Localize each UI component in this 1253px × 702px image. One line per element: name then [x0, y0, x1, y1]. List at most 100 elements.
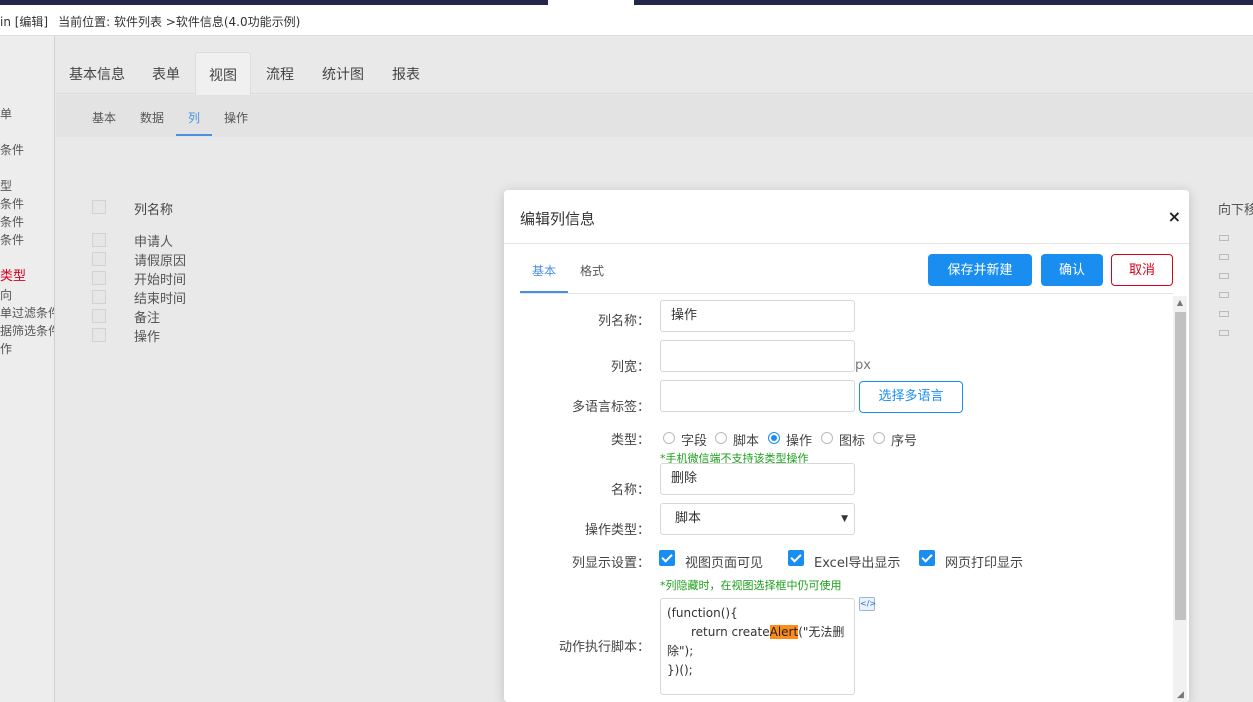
- tab-report[interactable]: 报表: [392, 64, 420, 84]
- script-line: 除");: [667, 644, 694, 658]
- search-highlight: Alert: [769, 625, 799, 639]
- move-down-label[interactable]: 向下移: [1218, 199, 1253, 218]
- col-name-input[interactable]: 操作: [660, 300, 855, 332]
- list-item[interactable]: 操作: [134, 326, 160, 345]
- subtab-data[interactable]: 数据: [140, 109, 164, 126]
- checkbox-view-visible[interactable]: [659, 550, 675, 566]
- display-hint: *列隐藏时，在视图选择框中仍可使用: [660, 579, 842, 592]
- row-checkbox[interactable]: [92, 271, 106, 285]
- tab-flow[interactable]: 流程: [266, 64, 294, 84]
- tab-view[interactable]: 视图: [195, 52, 251, 95]
- breadcrumb: in [编辑] 当前位置: 软件列表 >软件信息(4.0功能示例): [0, 13, 300, 30]
- close-icon[interactable]: ×: [1168, 207, 1181, 226]
- sidebar-item[interactable]: 条件: [0, 231, 24, 248]
- sidebar-item[interactable]: 单过滤条件: [0, 304, 54, 321]
- row-checkbox[interactable]: [92, 309, 106, 323]
- sub-tabs: 基本 数据 列 操作: [56, 95, 1253, 137]
- cancel-button[interactable]: 取消: [1111, 254, 1173, 286]
- checkbox-excel-export[interactable]: [788, 550, 804, 566]
- checkbox-web-print-label: 网页打印显示: [945, 556, 1024, 571]
- sidebar-item[interactable]: 单: [0, 105, 12, 122]
- save-and-new-button[interactable]: 保存并新建: [928, 254, 1032, 286]
- tab-basic-info[interactable]: 基本信息: [69, 64, 125, 84]
- sidebar-item[interactable]: 型: [0, 177, 12, 194]
- sidebar-item[interactable]: 向: [0, 286, 12, 303]
- col-width-input[interactable]: [660, 340, 855, 372]
- sidebar-item[interactable]: 作: [0, 340, 12, 357]
- subtab-action[interactable]: 操作: [224, 109, 248, 126]
- sidebar-item[interactable]: 条件: [0, 213, 24, 230]
- multilang-label: 多语言标签：: [571, 400, 650, 415]
- subtab-basic[interactable]: 基本: [92, 109, 116, 126]
- mail-icon[interactable]: [1219, 235, 1229, 241]
- script-line: })();: [667, 663, 693, 677]
- mail-icon[interactable]: [1219, 292, 1229, 298]
- dialog-title: 编辑列信息: [520, 210, 596, 228]
- name-label: 名称：: [610, 483, 650, 498]
- checkbox-view-visible-label: 视图页面可见: [685, 556, 764, 571]
- subtab-column[interactable]: 列: [188, 109, 200, 126]
- select-all-checkbox[interactable]: [92, 200, 106, 214]
- display-label: 列显示设置：: [571, 556, 650, 571]
- script-text: return create: [691, 625, 770, 639]
- mail-icon[interactable]: [1219, 254, 1229, 260]
- script-line: (function(){: [667, 606, 738, 620]
- mail-icon[interactable]: [1219, 273, 1229, 279]
- column-header: 列名称: [134, 203, 174, 218]
- sidebar-item-active[interactable]: 类型: [0, 265, 26, 284]
- radio-serial[interactable]: [873, 432, 885, 444]
- script-textarea[interactable]: (function(){ return createAlert("无法删 除")…: [660, 598, 855, 695]
- radio-field[interactable]: [663, 432, 675, 444]
- checkbox-excel-export-label: Excel导出显示: [814, 556, 901, 571]
- list-item[interactable]: 请假原因: [134, 250, 186, 269]
- list-item[interactable]: 备注: [134, 307, 160, 326]
- sidebar-item[interactable]: 条件: [0, 141, 24, 158]
- multilang-input[interactable]: [660, 380, 855, 412]
- script-text: ("无法删: [798, 625, 845, 639]
- breadcrumb-bar: in [编辑] 当前位置: 软件列表 >软件信息(4.0功能示例): [0, 5, 1253, 36]
- row-checkbox[interactable]: [92, 290, 106, 304]
- select-multilang-button[interactable]: 选择多语言: [859, 381, 963, 413]
- sidebar-item[interactable]: 条件: [0, 195, 24, 212]
- tab-dialog-format[interactable]: 格式: [580, 262, 604, 279]
- tab-form[interactable]: 表单: [152, 64, 180, 84]
- tab-dialog-basic[interactable]: 基本: [532, 262, 556, 279]
- row-checkbox[interactable]: [92, 252, 106, 266]
- list-item[interactable]: 开始时间: [134, 269, 186, 288]
- op-type-label: 操作类型：: [584, 523, 650, 538]
- script-line: return createAlert("无法删: [667, 623, 848, 642]
- radio-action[interactable]: [768, 432, 780, 444]
- mail-icon[interactable]: [1219, 330, 1229, 336]
- resize-handle-icon[interactable]: ◢: [1177, 690, 1187, 700]
- mail-icon[interactable]: [1219, 311, 1229, 317]
- checkbox-web-print[interactable]: [919, 550, 935, 566]
- radio-action-label: 操作: [786, 434, 813, 449]
- column-form: 列名称： 操作 列宽： px 多语言标签： 选择多语言 类型： 字段 脚本 操作…: [520, 294, 1173, 702]
- sidebar-item[interactable]: 据筛选条件: [0, 322, 54, 339]
- row-checkbox[interactable]: [92, 233, 106, 247]
- type-label: 类型：: [610, 433, 650, 448]
- radio-icon[interactable]: [821, 432, 833, 444]
- op-type-value: 脚本: [675, 511, 702, 526]
- code-editor-icon[interactable]: </>: [859, 597, 876, 611]
- row-checkbox[interactable]: [92, 328, 106, 342]
- col-width-label: 列宽：: [610, 360, 650, 375]
- scroll-up-icon[interactable]: ▲: [1173, 296, 1187, 310]
- name-input[interactable]: 删除: [660, 463, 855, 495]
- scrollbar-thumb[interactable]: [1175, 312, 1186, 620]
- script-label: 动作执行脚本：: [558, 640, 650, 655]
- subtab-active-indicator: [176, 134, 212, 136]
- col-width-unit: px: [855, 358, 871, 373]
- op-type-select[interactable]: 脚本 ▼: [660, 503, 855, 535]
- radio-script[interactable]: [715, 432, 727, 444]
- chevron-down-icon: ▼: [841, 514, 848, 524]
- left-sidebar: 单 条件 型 条件 条件 条件 类型 向 单过滤条件 据筛选条件 作: [0, 36, 55, 702]
- list-item[interactable]: 申请人: [134, 231, 173, 250]
- tab-chart[interactable]: 统计图: [322, 64, 364, 84]
- dialog-divider: [504, 243, 1189, 244]
- edit-link[interactable]: in [编辑]: [0, 15, 48, 29]
- confirm-button[interactable]: 确认: [1041, 254, 1103, 286]
- edit-column-dialog: 编辑列信息 × 基本 格式 保存并新建 确认 取消 列名称： 操作 列宽： px…: [504, 190, 1189, 702]
- col-name-label: 列名称：: [597, 314, 650, 329]
- list-item[interactable]: 结束时间: [134, 288, 186, 307]
